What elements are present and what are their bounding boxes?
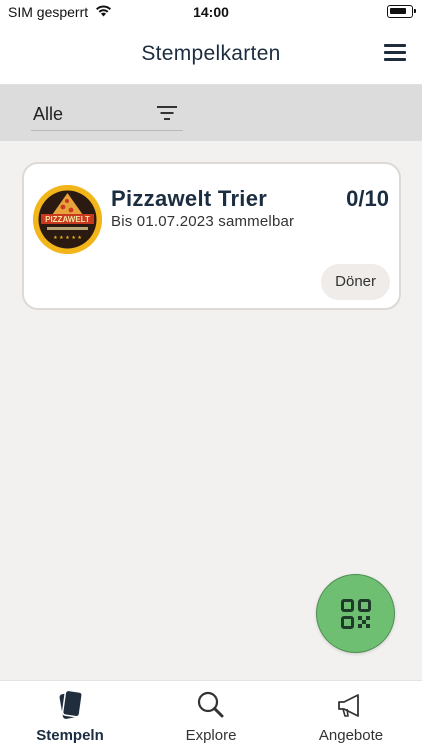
stamp-cards-icon bbox=[59, 689, 83, 719]
status-bar: SIM gesperrt 14:00 bbox=[0, 0, 422, 24]
qr-code-icon bbox=[341, 599, 371, 629]
hamburger-menu-icon[interactable] bbox=[384, 44, 406, 62]
shop-name: Pizzawelt Trier bbox=[111, 186, 268, 211]
tab-angebote-label: Angebote bbox=[318, 727, 384, 744]
logo-text: PIZZAWELT bbox=[45, 215, 90, 224]
tab-explore[interactable]: Explore bbox=[141, 681, 281, 750]
qr-scan-button[interactable] bbox=[316, 574, 395, 653]
battery-icon bbox=[387, 5, 416, 18]
valid-until-text: Bis 01.07.2023 sammelbar bbox=[111, 213, 295, 230]
nav-bar: Stempelkarten bbox=[0, 24, 422, 85]
stamp-count: 0/10 bbox=[346, 186, 389, 211]
status-time: 14:00 bbox=[193, 4, 229, 20]
tab-stempeln[interactable]: Stempeln bbox=[0, 681, 140, 750]
pizza-logo-icon: PIZZAWELT ★ ★ ★ ★ ★ bbox=[33, 185, 102, 254]
filter-dropdown[interactable]: Alle bbox=[31, 95, 183, 131]
stamp-card[interactable]: PIZZAWELT ★ ★ ★ ★ ★ Pizzawelt Trier 0/10… bbox=[22, 162, 401, 310]
megaphone-icon bbox=[338, 694, 359, 717]
tab-angebote[interactable]: Angebote bbox=[281, 681, 421, 750]
tab-explore-label: Explore bbox=[185, 727, 237, 744]
filter-bar: Alle bbox=[0, 85, 422, 141]
bottom-tab-bar: Stempeln Explore Angebote bbox=[0, 680, 422, 750]
svg-text:★ ★ ★ ★ ★: ★ ★ ★ ★ ★ bbox=[53, 235, 82, 241]
filter-icon[interactable] bbox=[157, 106, 177, 120]
tab-stempeln-label: Stempeln bbox=[36, 727, 104, 744]
filter-selected-value: Alle bbox=[33, 104, 64, 124]
category-chip[interactable]: Döner bbox=[321, 264, 390, 300]
page-title: Stempelkarten bbox=[141, 42, 281, 65]
search-icon bbox=[197, 691, 224, 718]
shop-logo: PIZZAWELT ★ ★ ★ ★ ★ bbox=[33, 185, 102, 254]
